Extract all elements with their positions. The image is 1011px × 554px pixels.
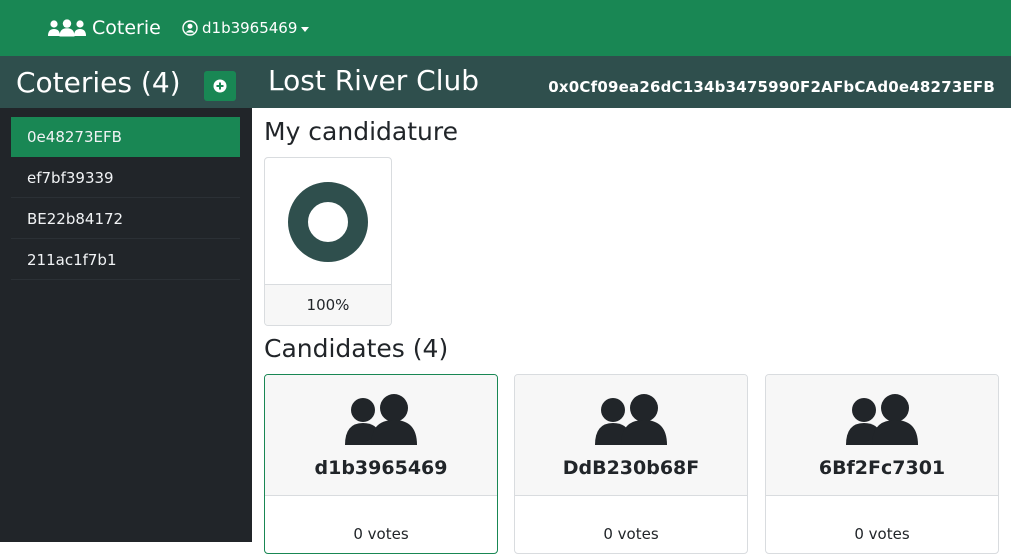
candidate-name: d1b3965469 (314, 457, 448, 479)
users-icon (48, 19, 86, 37)
candidature-percent: 100% (265, 284, 391, 325)
coterie-list: 0e48273EFB ef7bf39339 BE22b84172 211ac1f… (0, 108, 252, 280)
donut-chart (288, 181, 368, 262)
users-icon (595, 394, 667, 445)
sidebar-item-coterie[interactable]: 0e48273EFB (11, 117, 240, 157)
add-coterie-button[interactable] (204, 71, 236, 101)
club-address: 0x0Cf09ea26dC134b3475990F2AFbCAd0e48273E… (548, 78, 995, 96)
user-label: d1b3965469 (202, 19, 298, 37)
brand-label: Coterie (92, 17, 161, 39)
sidebar-item-coterie[interactable]: 211ac1f7b1 (11, 240, 240, 280)
club-name: Lost River Club (268, 64, 479, 97)
club-header: Lost River Club 0x0Cf09ea26dC134b3475990… (252, 56, 1011, 108)
donut-ring (288, 181, 368, 262)
candidature-card: 100% (264, 157, 392, 326)
candidate-name: 6Bf2Fc7301 (818, 457, 946, 479)
sidebar-item-coterie[interactable]: ef7bf39339 (11, 158, 240, 198)
chevron-down-icon (301, 26, 310, 32)
candidate-card[interactable]: DdB230b68F 0 votes (514, 374, 748, 554)
brand-link[interactable]: Coterie (47, 0, 161, 56)
sidebar-item-coterie[interactable]: BE22b84172 (11, 199, 240, 239)
top-navbar: Coterie d1b3965469 (0, 0, 1011, 56)
candidature-chart (265, 158, 391, 285)
candidate-card-header: d1b3965469 (265, 375, 497, 496)
my-candidature-title: My candidature (264, 117, 458, 146)
candidate-votes: 0 votes (603, 525, 659, 543)
candidate-votes: 0 votes (854, 525, 910, 543)
sidebar-header: Coteries (4) (0, 56, 252, 108)
candidates-title: Candidates (4) (264, 334, 449, 363)
user-dropdown[interactable]: d1b3965469 (182, 0, 310, 56)
user-circle-icon (182, 20, 198, 36)
users-icon (846, 394, 918, 445)
sidebar: Coteries (4) 0e48273EFB ef7bf39339 BE22b… (0, 56, 252, 542)
candidate-name: DdB230b68F (562, 457, 700, 479)
plus-circle-icon (213, 79, 227, 93)
candidate-card-header: 6Bf2Fc7301 (766, 375, 998, 496)
candidate-card[interactable]: 6Bf2Fc7301 0 votes (765, 374, 999, 554)
candidate-votes: 0 votes (353, 525, 409, 543)
sidebar-title: Coteries (4) (16, 65, 181, 99)
candidate-card-header: DdB230b68F (515, 375, 747, 496)
users-icon (345, 394, 417, 445)
candidate-card[interactable]: d1b3965469 0 votes (264, 374, 498, 554)
